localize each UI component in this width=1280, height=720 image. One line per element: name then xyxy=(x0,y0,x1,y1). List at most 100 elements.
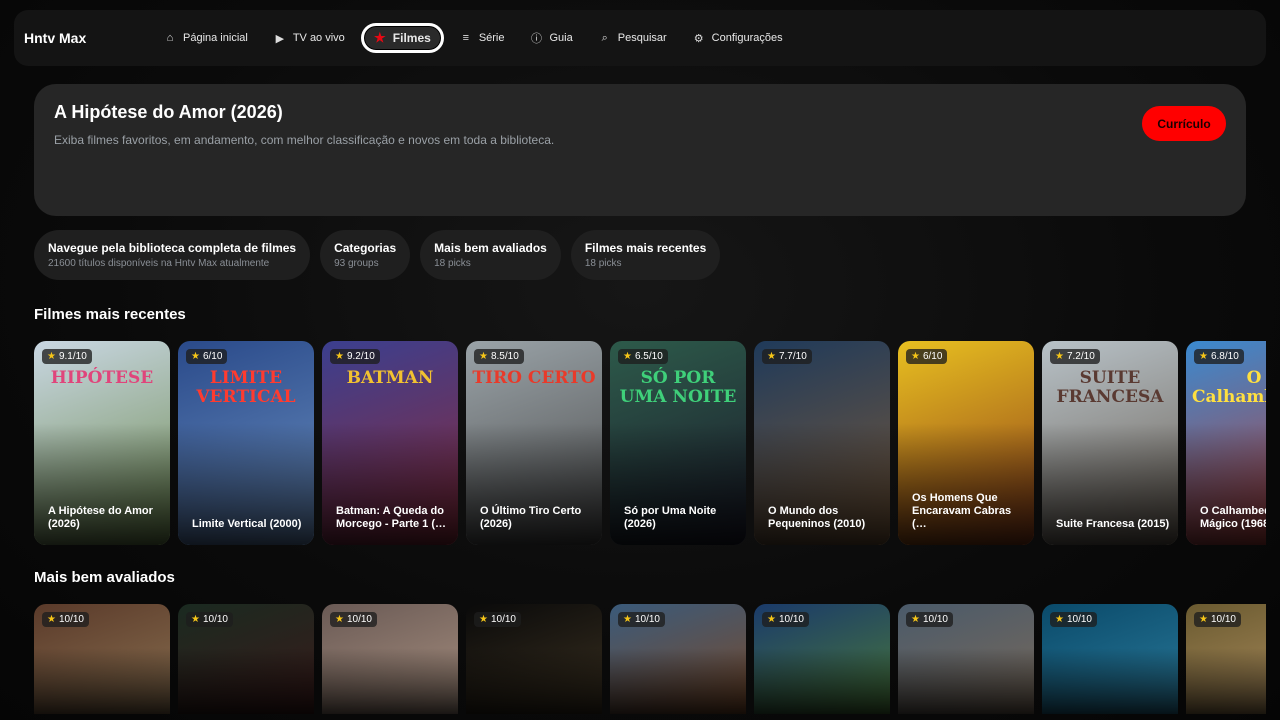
rating-badge: ★ 6.8/10 xyxy=(1194,349,1244,364)
rating-value: 8.5/10 xyxy=(490,351,519,362)
rating-value: 10/10 xyxy=(1210,614,1236,625)
rating-value: 7.2/10 xyxy=(1066,351,1095,362)
movie-card[interactable]: O Calhambeque ★6.8/10 O Calhambeque Mágico… xyxy=(1186,341,1266,545)
rating-badge: ★ 9.1/10 xyxy=(42,349,92,364)
chip-title: Navegue pela biblioteca completa de film… xyxy=(48,241,297,255)
nav-item-5[interactable]: ⌕ Pesquisar xyxy=(589,24,677,52)
list-icon: ≡ xyxy=(462,32,470,44)
movie-title: Limite Vertical (2000) xyxy=(192,518,302,530)
rating-badge: ★ 10/10 xyxy=(330,612,377,627)
chip-subtitle: 18 picks xyxy=(434,258,471,269)
movie-title: O Calhambeque Mágico (1968) xyxy=(1200,505,1266,530)
rating-badge: ★ 10/10 xyxy=(762,612,809,627)
chip-browse-library[interactable]: Navegue pela biblioteca completa de film… xyxy=(34,230,311,280)
star-icon: ★ xyxy=(623,614,632,625)
movie-card[interactable]: SÓ POR UMA NOITE ★ 6.5/10 Só por Uma Noite … xyxy=(610,341,746,545)
top-rated-row: ★ 10/10 ★ 10/10 ★ 10/10 ★ 10/10 ★ 10/10 ★ 10/10 ★ 10/… xyxy=(34,604,1266,714)
rating-value: 7.7/10 xyxy=(778,351,807,362)
hero-subtitle: Exiba filmes favoritos, em andamento, co… xyxy=(54,133,555,147)
rating-value: 10/10 xyxy=(778,614,804,625)
search-icon: ⌕ xyxy=(601,31,608,44)
chip-recent-movies[interactable]: Filmes mais recentes 18 picks xyxy=(570,230,721,280)
card-gradient xyxy=(754,648,890,714)
movie-card[interactable]: SUITE FRANCESA ★ 7.2/10 Suite Francesa (201… xyxy=(1042,341,1178,545)
movie-card[interactable]: ★ 6/10 Os Homens Que Encaravam Cabras (… xyxy=(898,341,1034,545)
rating-badge: ★ 6.5/10 xyxy=(618,349,668,364)
chip-subtitle: 21600 títulos disponíveis na Hntv Max at… xyxy=(48,258,270,269)
library-chips: Navegue pela biblioteca completa de film… xyxy=(34,230,721,280)
movie-card[interactable]: TIRO CERTO ★ 8.5/10 O Último Tiro Certo (20… xyxy=(466,341,602,545)
rating-badge: ★ 10/10 xyxy=(1194,612,1241,627)
movie-card[interactable]: ★ 7.7/10 O Mundo dos Pequeninos (2010) xyxy=(754,341,890,545)
movie-card[interactable]: ★ 10/10 xyxy=(466,604,602,714)
nav-label: Pesquisar xyxy=(617,32,667,44)
nav-item-2[interactable]: ★ Filmes xyxy=(360,23,444,53)
movie-card[interactable]: ★ 10/10 xyxy=(1186,604,1266,714)
section-title-recent: Filmes mais recentes xyxy=(34,306,186,323)
star-icon: ★ xyxy=(911,614,920,625)
movie-title: Suite Francesa (2015) xyxy=(1056,518,1170,530)
nav-item-3[interactable]: ≡ Série xyxy=(450,24,515,52)
card-gradient xyxy=(178,648,314,714)
poster-artwork-text: BATMAN xyxy=(346,368,434,388)
brand-name: Hntv Max xyxy=(24,30,87,46)
star-icon: ★ xyxy=(335,614,344,625)
nav-item-1[interactable]: ▶ TV ao vivo xyxy=(264,24,355,52)
play-icon: ▶ xyxy=(275,32,285,45)
movie-card[interactable]: ★ 10/10 xyxy=(754,604,890,714)
movie-card[interactable]: BATMAN ★ 9.2/10 Batman: A Queda do Morcego … xyxy=(322,341,458,545)
nav-item-0[interactable]: ⌂ Página inicial xyxy=(154,24,258,52)
nav-label: Série xyxy=(478,32,505,44)
star-icon: ★ xyxy=(335,351,344,362)
movie-card[interactable]: ★ 10/10 xyxy=(1042,604,1178,714)
rating-badge: ★ 7.7/10 xyxy=(762,349,812,364)
resume-button[interactable]: Currículo xyxy=(1142,106,1226,141)
chip-categories[interactable]: Categorias 93 groups xyxy=(320,230,411,280)
movie-card[interactable]: HIPÓTESE ★ 9.1/10 A Hipótese do Amor (2026) xyxy=(34,341,170,545)
poster-artwork-text: HIPÓTESE xyxy=(50,368,154,388)
gear-icon: ⚙ xyxy=(693,32,704,45)
rating-value: 10/10 xyxy=(58,614,84,625)
nav-label: Guia xyxy=(549,32,573,44)
rating-badge: ★ 10/10 xyxy=(474,612,521,627)
rating-value: 6.5/10 xyxy=(634,351,663,362)
nav-item-6[interactable]: ⚙ Configurações xyxy=(683,24,793,52)
nav-label: TV ao vivo xyxy=(292,32,345,44)
star-icon: ★ xyxy=(191,614,200,625)
star-icon: ★ xyxy=(1199,351,1208,362)
rating-badge: ★ 10/10 xyxy=(186,612,233,627)
movie-card[interactable]: LIMITE VERTICAL ★ 6/10 Limite Vertical (200… xyxy=(178,341,314,545)
rating-badge: ★ 9.2/10 xyxy=(330,349,380,364)
movie-card[interactable]: ★ 10/10 xyxy=(178,604,314,714)
rating-value: 10/10 xyxy=(490,614,516,625)
rating-badge: ★ 8.5/10 xyxy=(474,349,524,364)
card-gradient xyxy=(322,648,458,714)
nav-label: Filmes xyxy=(392,31,431,45)
chip-title: Categorias xyxy=(334,241,397,255)
card-gradient xyxy=(610,648,746,714)
rating-badge: ★ 6/10 xyxy=(186,349,228,364)
star-icon: ★ xyxy=(1199,614,1208,625)
rating-badge: ★ 6/10 xyxy=(906,349,948,364)
poster-artwork-text: TIRO CERTO xyxy=(472,368,596,388)
movie-card[interactable]: ★ 10/10 xyxy=(898,604,1034,714)
star-icon: ★ xyxy=(767,614,776,625)
movie-card[interactable]: ★ 10/10 xyxy=(34,604,170,714)
movie-card[interactable]: ★ 10/10 xyxy=(322,604,458,714)
nav-label: Página inicial xyxy=(183,32,248,44)
movie-title: Batman: A Queda do Morcego - Parte 1 (… xyxy=(336,505,447,530)
chip-top-rated[interactable]: Mais bem avaliados 18 picks xyxy=(420,230,561,280)
star-icon: ★ xyxy=(479,614,488,625)
rating-badge: ★ 10/10 xyxy=(42,612,89,627)
rating-value: 9.1/10 xyxy=(58,351,87,362)
star-icon: ★ xyxy=(479,351,488,362)
top-navigation-bar: Hntv Max ⌂ Página inicial ▶ TV ao vivo ★ Film… xyxy=(14,10,1266,66)
section-title-top-rated: Mais bem avaliados xyxy=(34,569,175,586)
star-icon: ★ xyxy=(911,351,920,362)
star-icon: ★ xyxy=(767,351,776,362)
nav-item-4[interactable]: ⓘ Guia xyxy=(521,24,583,52)
movie-card[interactable]: ★ 10/10 xyxy=(610,604,746,714)
rating-value: 10/10 xyxy=(202,614,228,625)
chip-subtitle: 93 groups xyxy=(334,258,379,269)
card-gradient xyxy=(1186,648,1266,714)
